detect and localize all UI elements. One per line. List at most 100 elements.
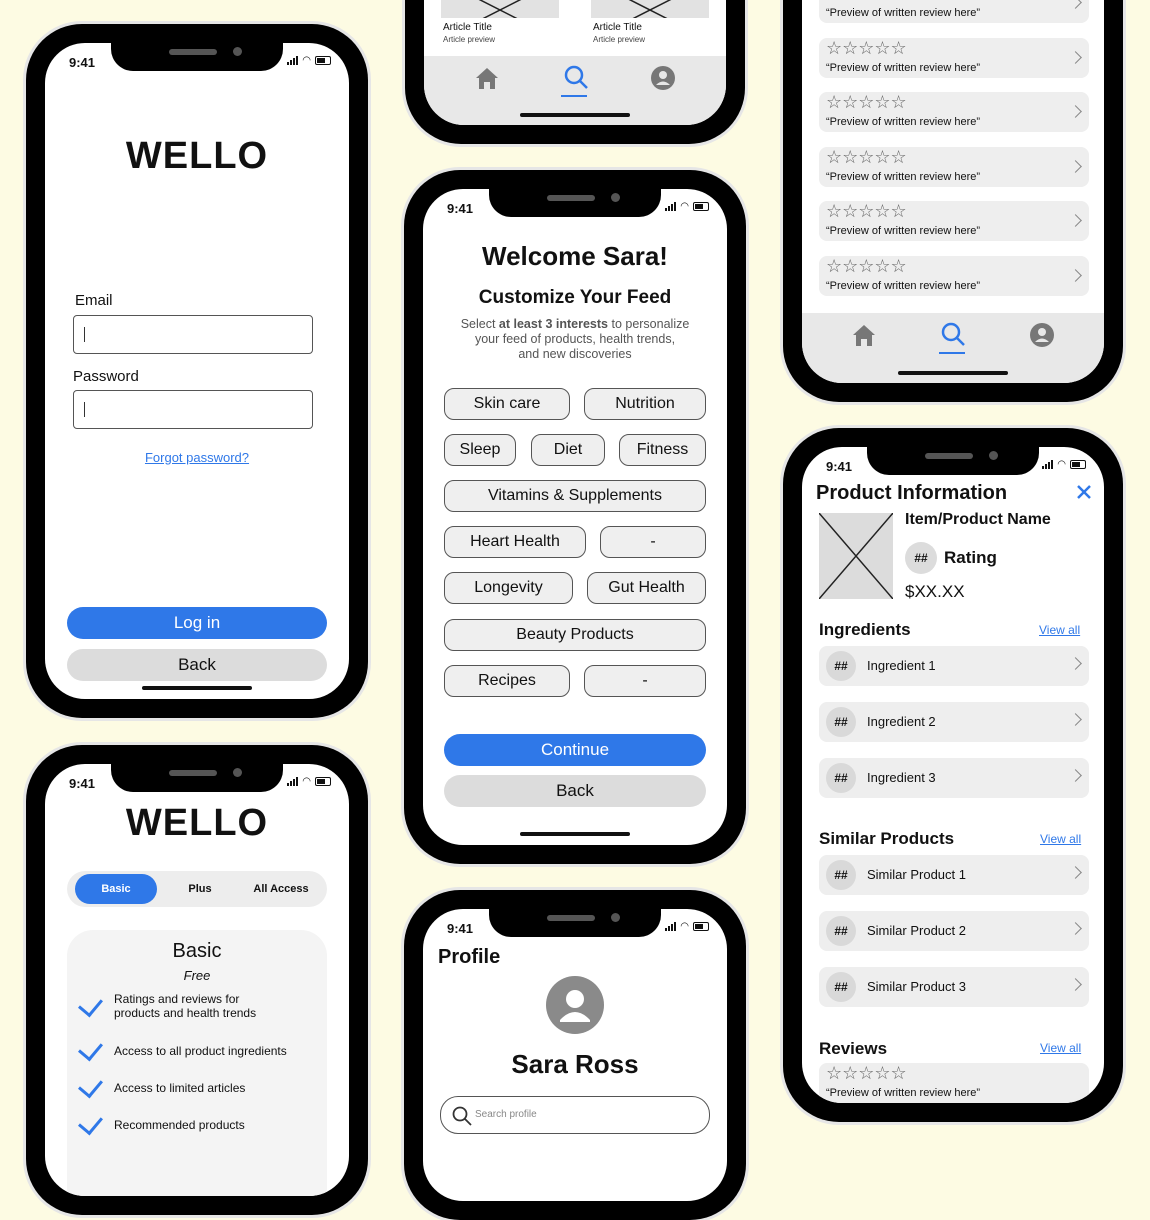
search-input[interactable]: Search profile	[440, 1096, 710, 1134]
chevron-right-icon	[1069, 769, 1082, 782]
review-item[interactable]: ☆☆☆☆☆ “Preview of written review here”	[819, 38, 1089, 78]
check-icon	[78, 1035, 103, 1062]
similar-product-row[interactable]: ## Similar Product 3	[819, 967, 1089, 1007]
similar-product-row[interactable]: ## Similar Product 2	[819, 911, 1089, 951]
item-badge: ##	[826, 707, 856, 737]
review-item[interactable]: ☆☆☆☆☆ “Preview of written review here”	[819, 0, 1089, 23]
password-field[interactable]	[73, 390, 313, 429]
item-badge: ##	[826, 916, 856, 946]
email-field[interactable]	[73, 315, 313, 354]
rating-stars: ☆☆☆☆☆	[826, 92, 907, 112]
interest-chip-blank[interactable]: -	[600, 526, 706, 558]
interest-chip-vitamins[interactable]: Vitamins & Supplements	[444, 480, 706, 512]
account-icon[interactable]	[649, 64, 677, 92]
tab-plus[interactable]: Plus	[165, 874, 235, 904]
app-logo: WELLO	[125, 802, 269, 844]
chevron-right-icon	[1069, 978, 1082, 991]
chevron-right-icon	[1069, 269, 1082, 282]
interest-chip-recipes[interactable]: Recipes	[444, 665, 570, 697]
rating-stars: ☆☆☆☆☆	[826, 38, 907, 58]
interest-chip-fitness[interactable]: Fitness	[619, 434, 706, 466]
forgot-password-link[interactable]: Forgot password?	[45, 450, 349, 465]
review-item[interactable]: ☆☆☆☆☆ “Preview of written review here”	[819, 92, 1089, 132]
phone-articles: Article Title Article preview Article Ti…	[405, 0, 745, 144]
search-active-indicator	[561, 95, 587, 97]
rating-badge: ##	[905, 542, 937, 574]
article-card[interactable]: Article Title Article preview	[441, 0, 561, 58]
review-item[interactable]: ☆☆☆☆☆ “Preview of written review here”	[819, 256, 1089, 296]
review-item[interactable]: ☆☆☆☆☆ “Preview of written review here”	[819, 1063, 1089, 1103]
bottom-nav	[424, 56, 726, 125]
search-active-indicator	[939, 352, 965, 354]
similar-product-label: Similar Product 2	[867, 923, 966, 938]
status-icons: ◠	[665, 922, 709, 932]
rating-stars: ☆☆☆☆☆	[826, 201, 907, 221]
rating-stars: ☆☆☆☆☆	[826, 256, 907, 276]
product-price: $XX.XX	[905, 582, 965, 601]
ingredients-heading: Ingredients	[819, 620, 911, 639]
search-icon[interactable]	[938, 320, 968, 350]
profile-screen: 9:41 ◠ Profile Sara Ross Search profile	[423, 909, 727, 1201]
rating-stars: ☆☆☆☆☆	[826, 1063, 907, 1083]
profile-name: Sara Ross	[511, 1049, 639, 1079]
similar-product-label: Similar Product 1	[867, 867, 966, 882]
interest-chip-nutrition[interactable]: Nutrition	[584, 388, 706, 420]
bottom-nav	[802, 313, 1104, 383]
account-icon[interactable]	[1028, 321, 1056, 349]
back-button[interactable]: Back	[67, 649, 327, 681]
similar-product-row[interactable]: ## Similar Product 1	[819, 855, 1089, 895]
chevron-right-icon	[1069, 214, 1082, 227]
phone-plans: 9:41 ◠ WELLO Basic Plus All Access Basic…	[26, 745, 368, 1215]
check-icon	[78, 1072, 103, 1099]
plan-price: Free	[183, 968, 211, 983]
ingredient-row[interactable]: ## Ingredient 1	[819, 646, 1089, 686]
interest-chip-longevity[interactable]: Longevity	[444, 572, 573, 604]
interest-chip-skin-care[interactable]: Skin care	[444, 388, 570, 420]
interest-chip-gut-health[interactable]: Gut Health	[587, 572, 706, 604]
ingredients-view-all-link[interactable]: View all	[1039, 623, 1080, 637]
ingredient-row[interactable]: ## Ingredient 2	[819, 702, 1089, 742]
login-button[interactable]: Log in	[67, 607, 327, 639]
chevron-right-icon	[1069, 713, 1082, 726]
phone-customize-feed: 9:41 ◠ Welcome Sara! Customize Your Feed…	[404, 170, 746, 864]
reviews-view-all-link[interactable]: View all	[1040, 1041, 1081, 1055]
interest-chip-blank[interactable]: -	[584, 665, 706, 697]
ingredient-label: Ingredient 1	[867, 658, 936, 673]
product-name: Item/Product Name	[905, 511, 1051, 528]
similar-view-all-link[interactable]: View all	[1040, 832, 1081, 846]
status-icons: ◠	[1042, 460, 1086, 470]
continue-button[interactable]: Continue	[444, 734, 706, 766]
search-icon[interactable]	[561, 63, 591, 93]
reviews-heading: Reviews	[819, 1039, 888, 1058]
close-icon[interactable]	[1075, 483, 1093, 501]
similar-product-label: Similar Product 3	[867, 979, 966, 994]
review-item[interactable]: ☆☆☆☆☆ “Preview of written review here”	[819, 201, 1089, 241]
rating-stars: ☆☆☆☆☆	[826, 147, 907, 167]
status-icons: ◠	[287, 56, 331, 66]
home-icon[interactable]	[850, 321, 878, 349]
status-time: 9:41	[826, 459, 853, 474]
chevron-right-icon	[1069, 657, 1082, 670]
rating-label: Rating	[944, 548, 997, 567]
home-icon[interactable]	[473, 64, 501, 92]
ingredient-row[interactable]: ## Ingredient 3	[819, 758, 1089, 798]
chevron-right-icon	[1069, 105, 1082, 118]
chevron-right-icon	[1069, 866, 1082, 879]
article-card[interactable]: Article Title Article preview	[591, 0, 711, 58]
product-image	[818, 512, 894, 600]
interest-chip-sleep[interactable]: Sleep	[444, 434, 516, 466]
phone-reviews: ☆☆☆☆☆ “Preview of written review here” ☆☆…	[783, 0, 1123, 402]
tab-all-access[interactable]: All Access	[239, 874, 323, 904]
back-button[interactable]: Back	[444, 775, 706, 807]
tab-basic[interactable]: Basic	[75, 874, 157, 904]
review-item[interactable]: ☆☆☆☆☆ “Preview of written review here”	[819, 147, 1089, 187]
email-label: Email	[75, 292, 113, 309]
rating-stars: ☆☆☆☆☆	[826, 0, 907, 3]
plan-tabs: Basic Plus All Access	[67, 871, 327, 907]
status-time: 9:41	[447, 201, 474, 216]
reviews-screen: ☆☆☆☆☆ “Preview of written review here” ☆☆…	[802, 0, 1104, 383]
interest-chip-diet[interactable]: Diet	[531, 434, 605, 466]
article-preview: Article preview	[593, 35, 646, 44]
interest-chip-beauty-products[interactable]: Beauty Products	[444, 619, 706, 651]
interest-chip-heart-health[interactable]: Heart Health	[444, 526, 586, 558]
